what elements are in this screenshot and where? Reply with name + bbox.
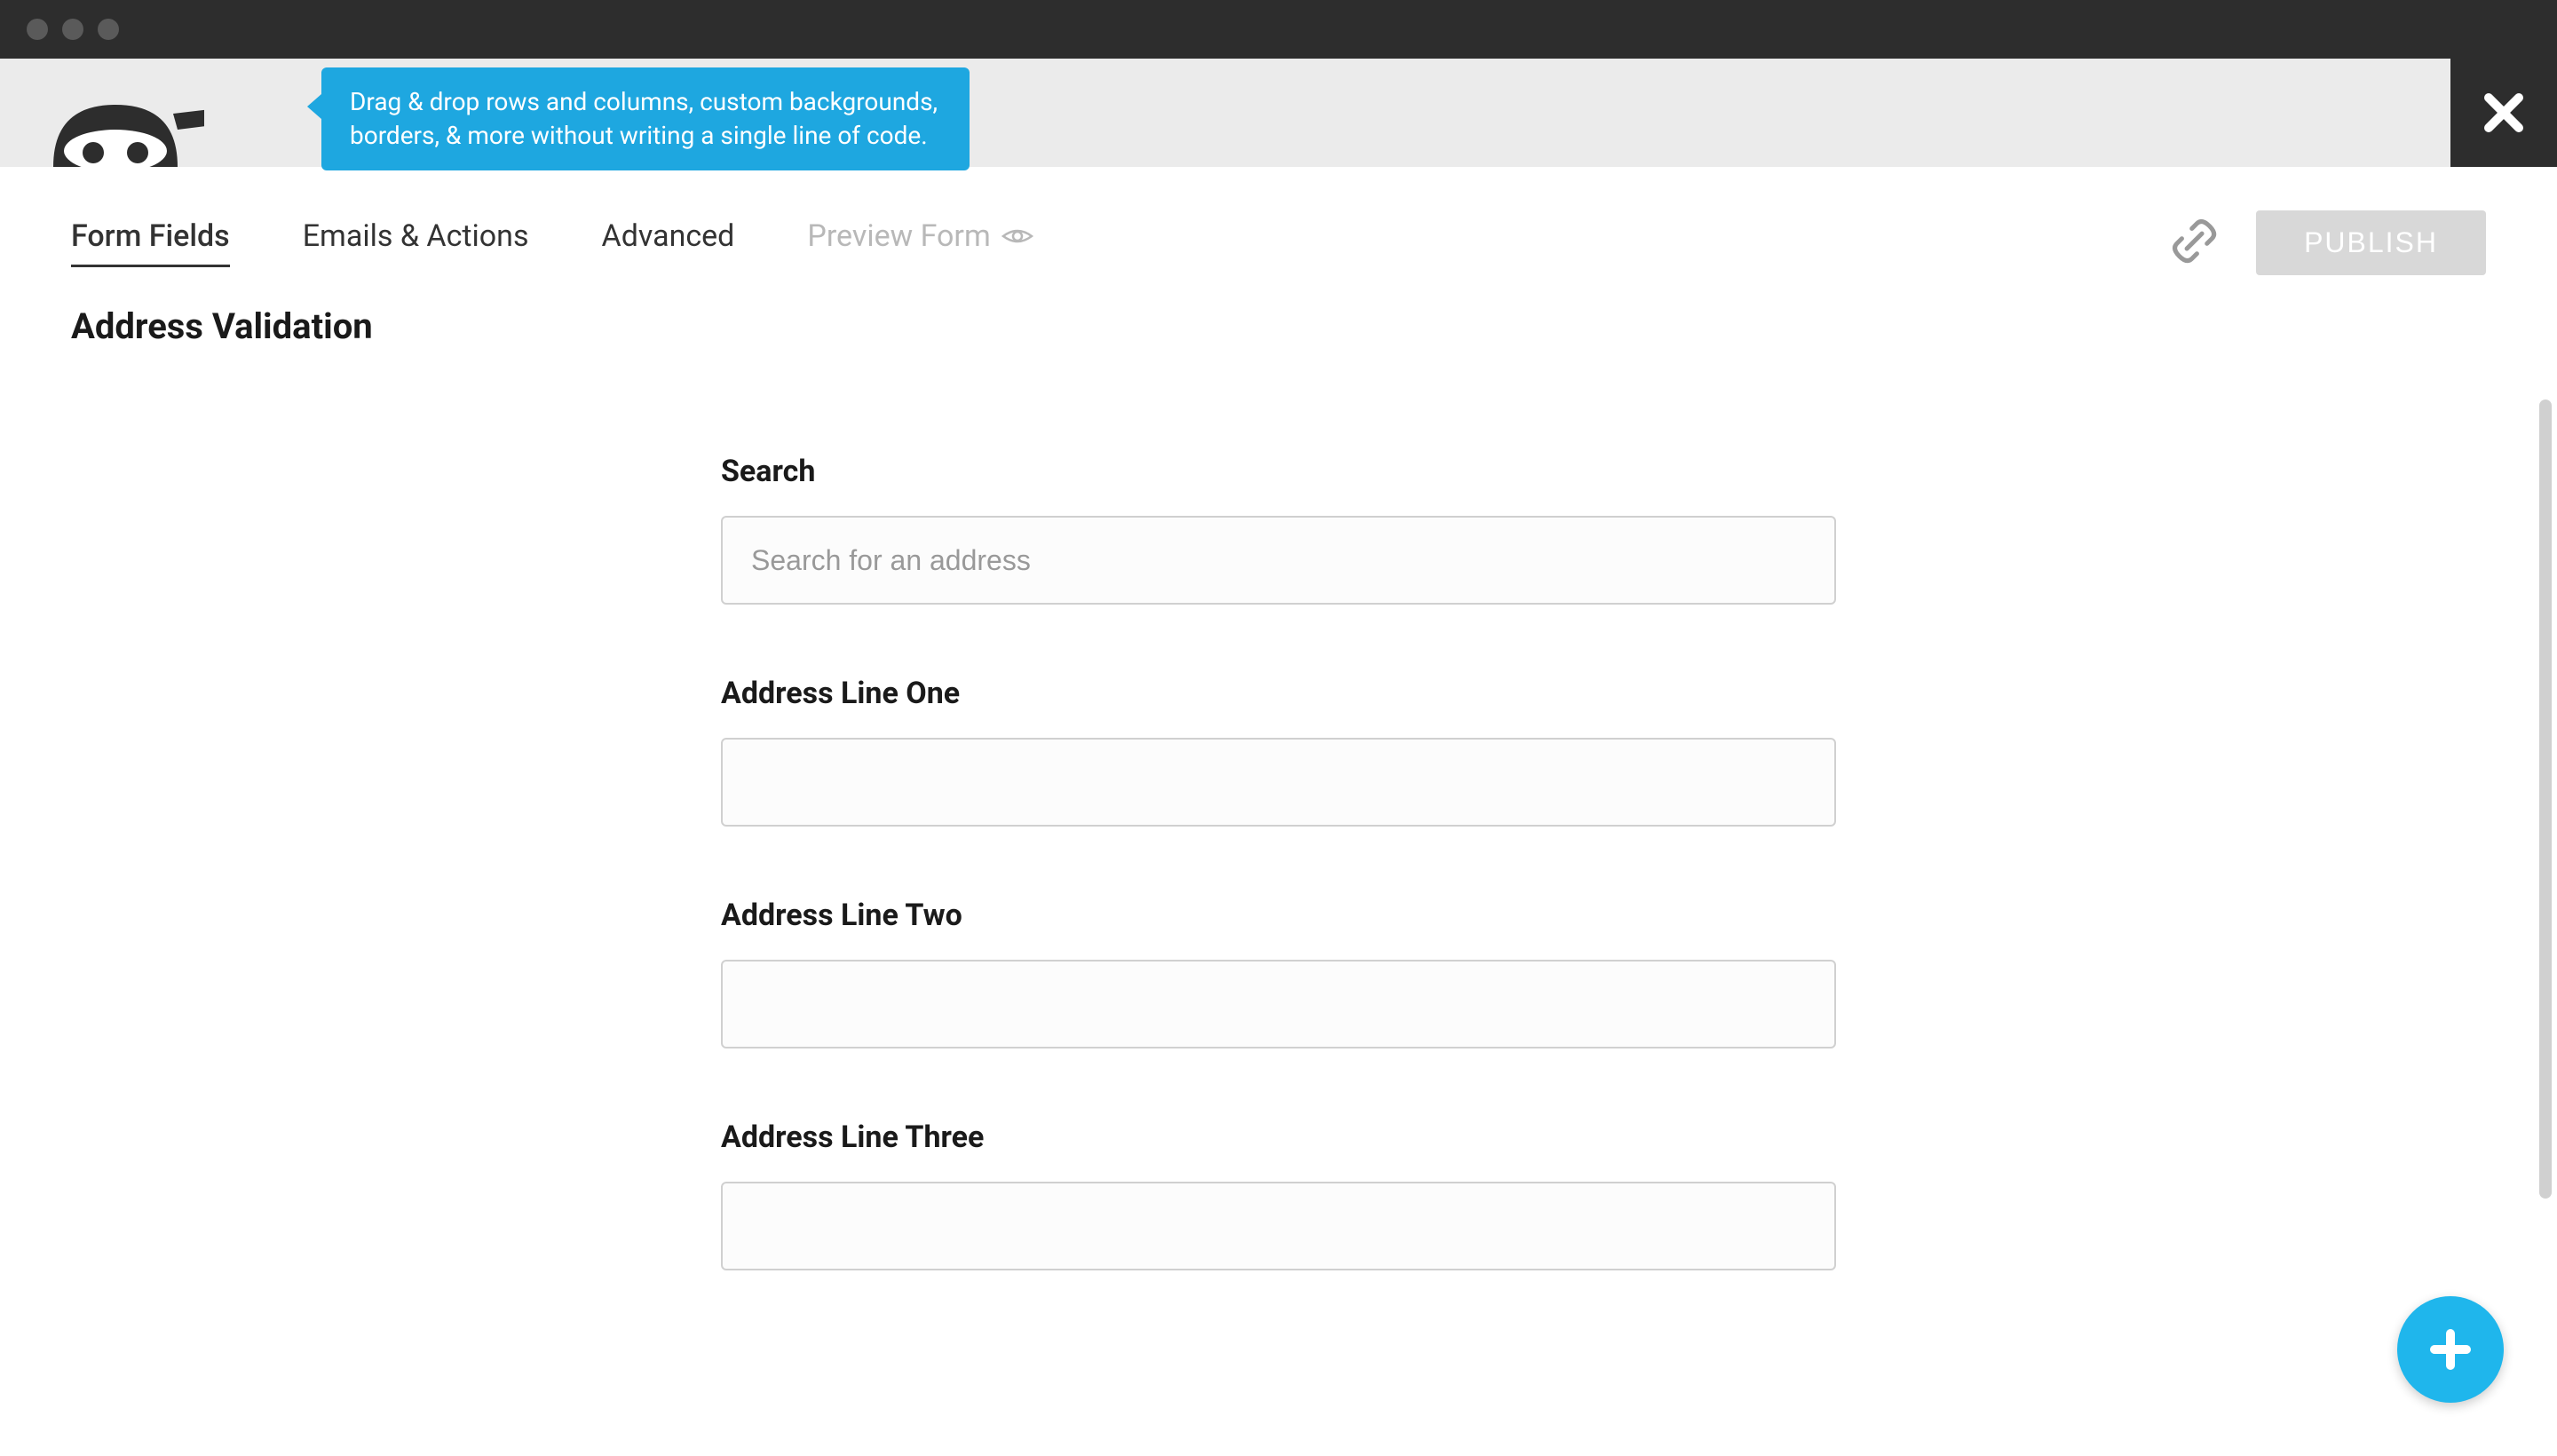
tab-label: Preview Form <box>807 218 990 254</box>
field-label-address-3: Address Line Three <box>721 1120 1836 1155</box>
nav-tabs: Form Fields Emails & Actions Advanced Pr… <box>71 218 1033 267</box>
tab-preview-form[interactable]: Preview Form <box>807 218 1033 267</box>
logo-container <box>0 59 231 167</box>
close-panel-button[interactable] <box>2450 59 2557 167</box>
add-field-fab[interactable] <box>2397 1296 2504 1403</box>
window-titlebar <box>0 0 2557 59</box>
eye-icon <box>1001 226 1033 247</box>
traffic-light-close[interactable] <box>27 19 48 40</box>
field-label-address-1: Address Line One <box>721 676 1836 711</box>
form-group-address-2: Address Line Two <box>721 898 1836 1048</box>
address-line-three-input[interactable] <box>721 1182 1836 1270</box>
tab-advanced[interactable]: Advanced <box>602 218 735 267</box>
plus-icon <box>2426 1325 2475 1374</box>
tab-emails-actions[interactable]: Emails & Actions <box>303 218 529 267</box>
tab-label: Emails & Actions <box>303 218 529 254</box>
tab-form-fields[interactable]: Form Fields <box>71 218 230 267</box>
form-area: Search Address Line One Address Line Two… <box>0 356 2557 1341</box>
tab-label: Form Fields <box>71 218 230 254</box>
page-title: Address Validation <box>0 282 2557 356</box>
form-group-address-1: Address Line One <box>721 676 1836 827</box>
nav-row: Form Fields Emails & Actions Advanced Pr… <box>0 167 2557 282</box>
link-icon[interactable] <box>2159 206 2232 279</box>
publish-button[interactable]: PUBLISH <box>2256 210 2486 275</box>
hint-tooltip: Drag & drop rows and columns, custom bac… <box>321 67 970 170</box>
form-group-search: Search <box>721 454 1836 605</box>
close-icon <box>2482 91 2526 135</box>
tab-label: Advanced <box>602 218 735 254</box>
ninja-logo-icon <box>27 78 204 167</box>
publish-label: PUBLISH <box>2304 226 2438 258</box>
field-label-search: Search <box>721 454 1836 489</box>
tooltip-text: Drag & drop rows and columns, custom bac… <box>350 87 938 150</box>
nav-actions: PUBLISH <box>2171 210 2486 275</box>
traffic-light-minimize[interactable] <box>62 19 83 40</box>
field-label-address-2: Address Line Two <box>721 898 1836 933</box>
scrollbar-thumb[interactable] <box>2539 400 2552 1199</box>
scrollbar-track[interactable] <box>2539 400 2552 1420</box>
search-input[interactable] <box>721 516 1836 605</box>
address-line-two-input[interactable] <box>721 960 1836 1048</box>
form-group-address-3: Address Line Three <box>721 1120 1836 1270</box>
address-line-one-input[interactable] <box>721 738 1836 827</box>
traffic-light-maximize[interactable] <box>98 19 119 40</box>
